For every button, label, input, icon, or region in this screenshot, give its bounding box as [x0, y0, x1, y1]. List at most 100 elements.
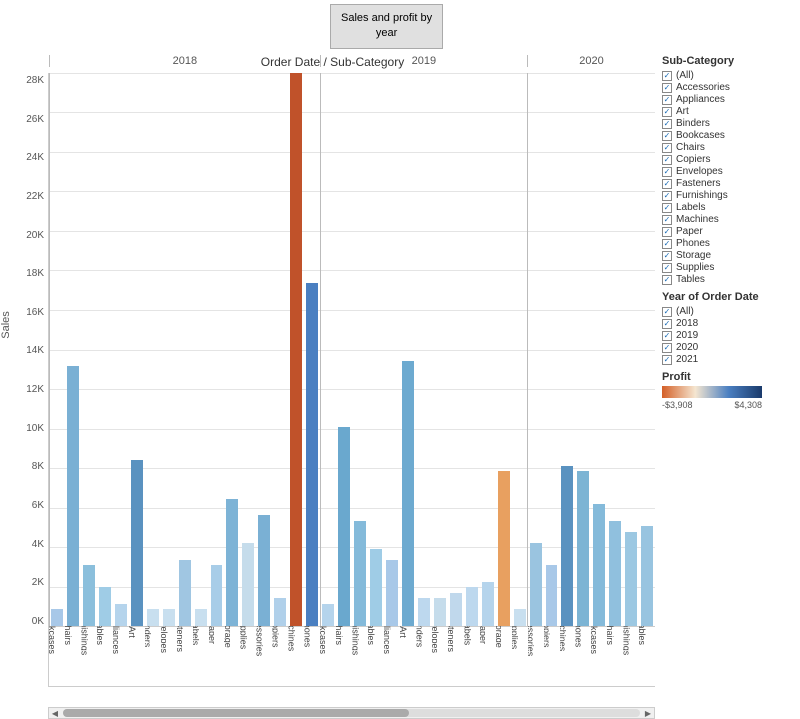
legend-item[interactable]: ✓ Appliances	[662, 94, 800, 105]
legend-checkbox[interactable]: ✓	[662, 191, 672, 201]
bar[interactable]	[256, 73, 272, 626]
bar[interactable]	[400, 73, 416, 626]
profit-max: $4,308	[734, 400, 762, 410]
bar[interactable]	[416, 73, 432, 626]
legend-checkbox[interactable]: ✓	[662, 263, 672, 273]
scrollbar[interactable]: ◀ ▶	[48, 707, 655, 719]
legend-item[interactable]: ✓ Labels	[662, 202, 800, 213]
legend-label: Binders	[676, 118, 710, 129]
legend-item[interactable]: ✓ Supplies	[662, 262, 800, 273]
legend-item[interactable]: ✓ Fasteners	[662, 178, 800, 189]
x-label-cell: Chairs	[65, 626, 81, 686]
legend-item[interactable]: ✓ Chairs	[662, 142, 800, 153]
x-label-text: Tables	[639, 626, 647, 645]
legend-item[interactable]: ✓ Phones	[662, 238, 800, 249]
legend-checkbox[interactable]: ✓	[662, 343, 672, 353]
legend-checkbox[interactable]: ✓	[662, 167, 672, 177]
legend-item[interactable]: ✓ Bookcases	[662, 130, 800, 141]
legend-item[interactable]: ✓ Machines	[662, 214, 800, 225]
bar[interactable]	[560, 73, 576, 626]
bar[interactable]	[591, 73, 607, 626]
bar[interactable]	[496, 73, 512, 626]
legend-checkbox[interactable]: ✓	[662, 203, 672, 213]
bar[interactable]	[209, 73, 225, 626]
year-legend-items: ✓ (All) ✓ 2018 ✓ 2019 ✓ 2020 ✓ 2021	[662, 306, 800, 365]
legend-checkbox[interactable]: ✓	[662, 251, 672, 261]
profit-legend-title: Profit	[662, 371, 800, 383]
legend-checkbox[interactable]: ✓	[662, 319, 672, 329]
bar[interactable]	[224, 73, 240, 626]
legend-checkbox[interactable]: ✓	[662, 355, 672, 365]
legend-checkbox[interactable]: ✓	[662, 95, 672, 105]
legend-checkbox[interactable]: ✓	[662, 83, 672, 93]
legend-item[interactable]: ✓ Paper	[662, 226, 800, 237]
legend-checkbox[interactable]: ✓	[662, 331, 672, 341]
scrollbar-thumb[interactable]	[63, 709, 409, 717]
legend-item[interactable]: ✓ Accessories	[662, 82, 800, 93]
legend-checkbox[interactable]: ✓	[662, 143, 672, 153]
legend-checkbox[interactable]: ✓	[662, 239, 672, 249]
bar[interactable]	[448, 73, 464, 626]
legend-checkbox[interactable]: ✓	[662, 119, 672, 129]
bar[interactable]	[607, 73, 623, 626]
x-label-text: Tables	[97, 626, 105, 645]
bar[interactable]	[193, 73, 209, 626]
bar[interactable]	[177, 73, 193, 626]
bar[interactable]	[161, 73, 177, 626]
legend-checkbox[interactable]: ✓	[662, 307, 672, 317]
legend-item[interactable]: ✓ Copiers	[662, 154, 800, 165]
legend-item[interactable]: ✓ Art	[662, 106, 800, 117]
bar[interactable]	[639, 73, 655, 626]
bar[interactable]	[512, 73, 528, 626]
scroll-left-arrow[interactable]: ◀	[49, 707, 61, 719]
x-label-text: Supplies	[512, 626, 520, 649]
bar[interactable]	[528, 73, 544, 626]
bar[interactable]	[384, 73, 400, 626]
bar[interactable]	[65, 73, 81, 626]
scroll-right-arrow[interactable]: ▶	[642, 707, 654, 719]
legend-item[interactable]: ✓ Furnishings	[662, 190, 800, 201]
legend-item[interactable]: ✓ 2019	[662, 330, 800, 341]
bar[interactable]	[623, 73, 639, 626]
legend-item[interactable]: ✓ 2018	[662, 318, 800, 329]
x-label-cell: Art	[129, 626, 145, 686]
bar[interactable]	[352, 73, 368, 626]
legend-checkbox[interactable]: ✓	[662, 71, 672, 81]
bar[interactable]	[336, 73, 352, 626]
legend-item[interactable]: ✓ (All)	[662, 306, 800, 317]
legend-checkbox[interactable]: ✓	[662, 215, 672, 225]
bar[interactable]	[49, 73, 65, 626]
legend-checkbox[interactable]: ✓	[662, 179, 672, 189]
x-label-text: Tables	[368, 626, 376, 645]
bar[interactable]	[575, 73, 591, 626]
year-divider-2019	[320, 73, 321, 626]
bar[interactable]	[544, 73, 560, 626]
bar[interactable]	[304, 73, 320, 626]
bar[interactable]	[81, 73, 97, 626]
legend-item[interactable]: ✓ Envelopes	[662, 166, 800, 177]
legend-item[interactable]: ✓ Storage	[662, 250, 800, 261]
legend-checkbox[interactable]: ✓	[662, 227, 672, 237]
legend-checkbox[interactable]: ✓	[662, 275, 672, 285]
bar[interactable]	[288, 73, 304, 626]
legend-item[interactable]: ✓ 2020	[662, 342, 800, 353]
x-label-cell: Appliances	[384, 626, 400, 686]
bar[interactable]	[113, 73, 129, 626]
legend-item[interactable]: ✓ Binders	[662, 118, 800, 129]
bar[interactable]	[129, 73, 145, 626]
bar[interactable]	[464, 73, 480, 626]
bar[interactable]	[368, 73, 384, 626]
bar[interactable]	[432, 73, 448, 626]
bar[interactable]	[480, 73, 496, 626]
legend-checkbox[interactable]: ✓	[662, 107, 672, 117]
bar[interactable]	[97, 73, 113, 626]
bar[interactable]	[320, 73, 336, 626]
legend-checkbox[interactable]: ✓	[662, 131, 672, 141]
bar[interactable]	[240, 73, 256, 626]
bar[interactable]	[145, 73, 161, 626]
legend-checkbox[interactable]: ✓	[662, 155, 672, 165]
legend-item[interactable]: ✓ Tables	[662, 274, 800, 285]
bar[interactable]	[272, 73, 288, 626]
legend-item[interactable]: ✓ (All)	[662, 70, 800, 81]
legend-item[interactable]: ✓ 2021	[662, 354, 800, 365]
